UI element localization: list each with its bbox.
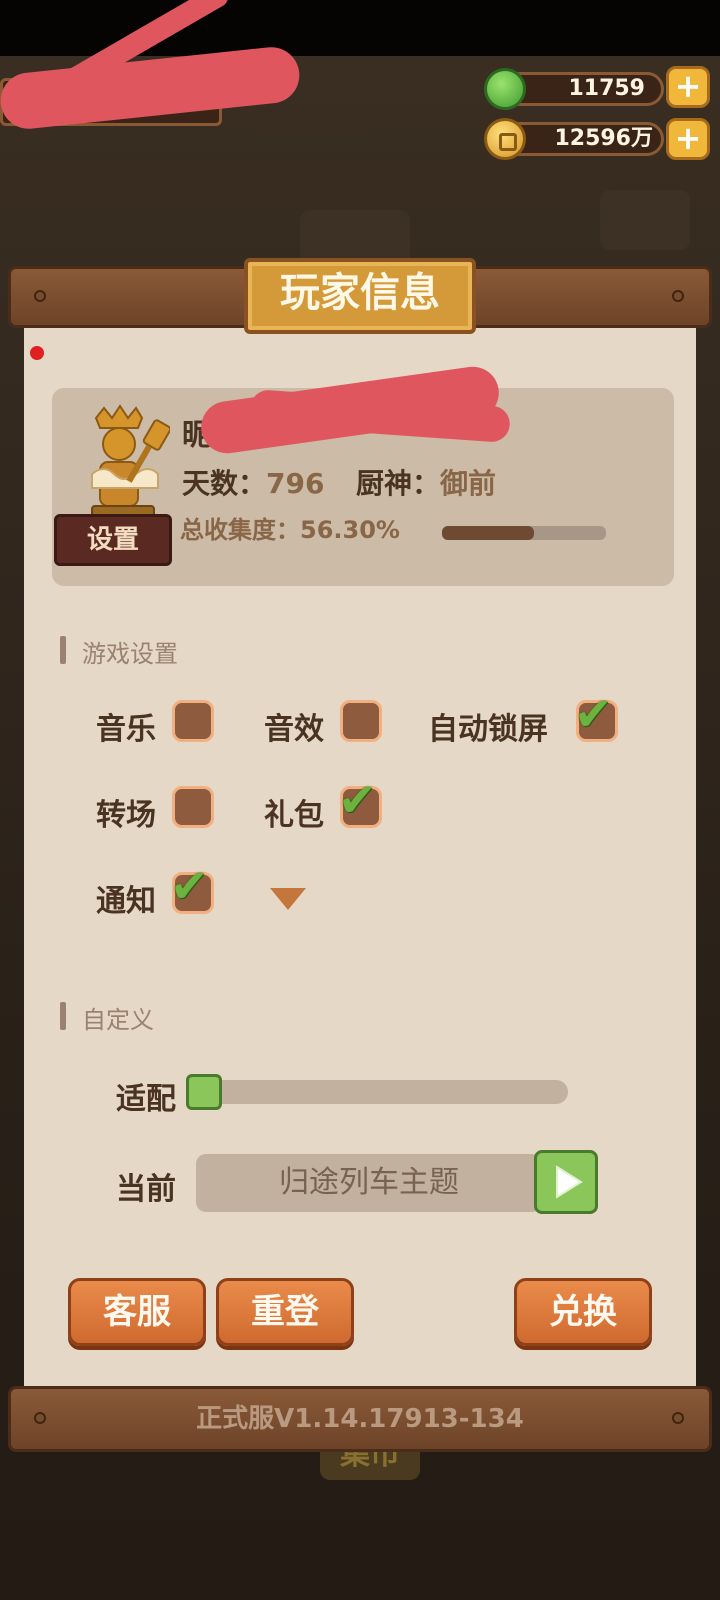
settings-button[interactable]: 设置	[54, 514, 172, 566]
green-gem-icon	[484, 68, 526, 110]
transition-checkbox[interactable]	[172, 786, 214, 828]
nail-icon	[672, 290, 684, 302]
adapt-slider[interactable]	[198, 1080, 568, 1104]
adapt-label: 适配	[116, 1082, 176, 1117]
dropdown-arrow-icon[interactable]	[270, 888, 306, 910]
collection-label: 总收集度：	[180, 516, 300, 544]
music-checkbox[interactable]	[172, 700, 214, 742]
sound-effects-label: 音效	[264, 712, 324, 747]
collection-progress-fill	[442, 526, 535, 540]
current-label: 当前	[116, 1172, 176, 1207]
section-marker	[60, 636, 66, 664]
game-settings-title: 游戏设置	[82, 640, 178, 668]
add-gems-button[interactable]: +	[666, 66, 710, 108]
custom-title: 自定义	[82, 1006, 154, 1034]
sound-effects-checkbox[interactable]	[340, 700, 382, 742]
customer-service-button[interactable]: 客服	[68, 1278, 206, 1346]
music-label: 音乐	[96, 712, 156, 747]
redeem-button[interactable]: 兑换	[514, 1278, 652, 1346]
nail-icon	[34, 290, 46, 302]
checkmark-icon: ✔	[574, 687, 613, 741]
gift-pack-label: 礼包	[264, 798, 324, 833]
checkmark-icon: ✔	[170, 859, 209, 913]
days-label: 天数：	[182, 467, 267, 500]
auto-lock-label: 自动锁屏	[428, 712, 548, 747]
adapt-slider-handle[interactable]	[186, 1074, 222, 1110]
panel-title: 玩家信息	[244, 258, 476, 334]
collection-progress-bar	[442, 526, 606, 540]
add-coins-button[interactable]: +	[666, 118, 710, 160]
current-theme-display: 归途列车主题	[196, 1154, 542, 1212]
collection-value: 56.30%	[300, 516, 400, 544]
play-icon	[556, 1165, 583, 1199]
coin-icon	[484, 118, 526, 160]
relogin-button[interactable]: 重登	[216, 1278, 354, 1346]
days-row: 天数：796	[182, 462, 324, 502]
chef-label: 厨神：	[356, 467, 441, 500]
version-label: 正式服V1.14.17913-134	[196, 1404, 524, 1434]
chef-trophy-icon	[78, 404, 172, 532]
notification-dot	[30, 346, 44, 360]
transition-label: 转场	[96, 798, 156, 833]
chef-value: 御前	[440, 467, 497, 500]
background-sign	[600, 190, 690, 250]
chef-row: 厨神：御前	[356, 462, 496, 502]
collection-row: 总收集度：56.30%	[180, 510, 400, 545]
notification-label: 通知	[96, 884, 156, 919]
days-value: 796	[266, 467, 325, 500]
section-marker	[60, 1002, 66, 1030]
theme-play-button[interactable]	[534, 1150, 598, 1214]
checkmark-icon: ✔	[338, 773, 377, 827]
